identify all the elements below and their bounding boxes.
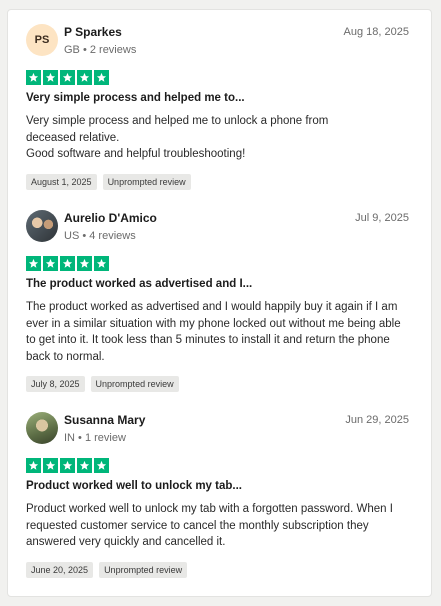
avatar-initials: PS	[34, 34, 50, 46]
avatar[interactable]	[26, 210, 58, 242]
avatar[interactable]	[26, 412, 58, 444]
star-icon	[43, 256, 58, 271]
experience-date-badge: July 8, 2025	[26, 376, 85, 392]
reviews-card: PS P Sparkes GB • 2 reviews Aug 18, 2025…	[7, 9, 432, 597]
star-icon	[43, 70, 58, 85]
star-icon	[94, 256, 109, 271]
review-header: Aurelio D'Amico US • 4 reviews Jul 9, 20…	[26, 210, 409, 246]
star-icon	[26, 256, 41, 271]
reviewer-name[interactable]: Susanna Mary	[64, 413, 145, 427]
review-title[interactable]: Very simple process and helped me to...	[26, 92, 409, 104]
reviewer-meta: IN • 1 review	[64, 432, 126, 444]
review-tags: July 8, 2025 Unprompted review	[26, 376, 409, 392]
star-icon	[26, 458, 41, 473]
experience-date-badge: June 20, 2025	[26, 561, 94, 578]
review-title[interactable]: The product worked as advertised and I..…	[26, 278, 409, 290]
star-icon	[77, 256, 92, 271]
review-body: The product worked as advertised and I w…	[26, 301, 401, 363]
unprompted-review-badge[interactable]: Unprompted review	[90, 376, 179, 392]
unprompted-review-badge[interactable]: Unprompted review	[99, 561, 188, 578]
reviewer-meta: US • 4 reviews	[64, 230, 136, 242]
review-body: Product worked well to unlock my tab wit…	[26, 503, 393, 548]
star-icon	[60, 256, 75, 271]
star-rating	[26, 256, 409, 271]
star-rating	[26, 458, 409, 473]
reviewer-name[interactable]: P Sparkes	[64, 25, 122, 39]
star-rating	[26, 70, 409, 85]
star-icon	[77, 458, 92, 473]
star-icon	[94, 458, 109, 473]
star-icon	[43, 458, 58, 473]
unprompted-review-badge[interactable]: Unprompted review	[102, 173, 191, 190]
review-header: PS P Sparkes GB • 2 reviews Aug 18, 2025	[26, 24, 409, 60]
star-icon	[60, 458, 75, 473]
reviewer-name[interactable]: Aurelio D'Amico	[64, 211, 157, 225]
review-date: Aug 18, 2025	[343, 26, 409, 38]
star-icon	[77, 70, 92, 85]
review-title[interactable]: Product worked well to unlock my tab...	[26, 480, 409, 492]
star-icon	[26, 70, 41, 85]
review-item: PS P Sparkes GB • 2 reviews Aug 18, 2025…	[26, 24, 409, 190]
avatar[interactable]: PS	[26, 24, 58, 56]
reviewer-meta: GB • 2 reviews	[64, 44, 137, 56]
review-tags: June 20, 2025 Unprompted review	[26, 561, 409, 578]
review-date: Jul 9, 2025	[355, 212, 409, 224]
review-item: Susanna Mary IN • 1 review Jun 29, 2025 …	[26, 412, 409, 578]
review-tags: August 1, 2025 Unprompted review	[26, 173, 409, 190]
review-item: Aurelio D'Amico US • 4 reviews Jul 9, 20…	[26, 210, 409, 392]
review-body: Very simple process and helped me to unl…	[26, 115, 329, 160]
experience-date-badge: August 1, 2025	[26, 173, 97, 190]
star-icon	[94, 70, 109, 85]
review-date: Jun 29, 2025	[345, 414, 409, 426]
star-icon	[60, 70, 75, 85]
review-header: Susanna Mary IN • 1 review Jun 29, 2025	[26, 412, 409, 448]
